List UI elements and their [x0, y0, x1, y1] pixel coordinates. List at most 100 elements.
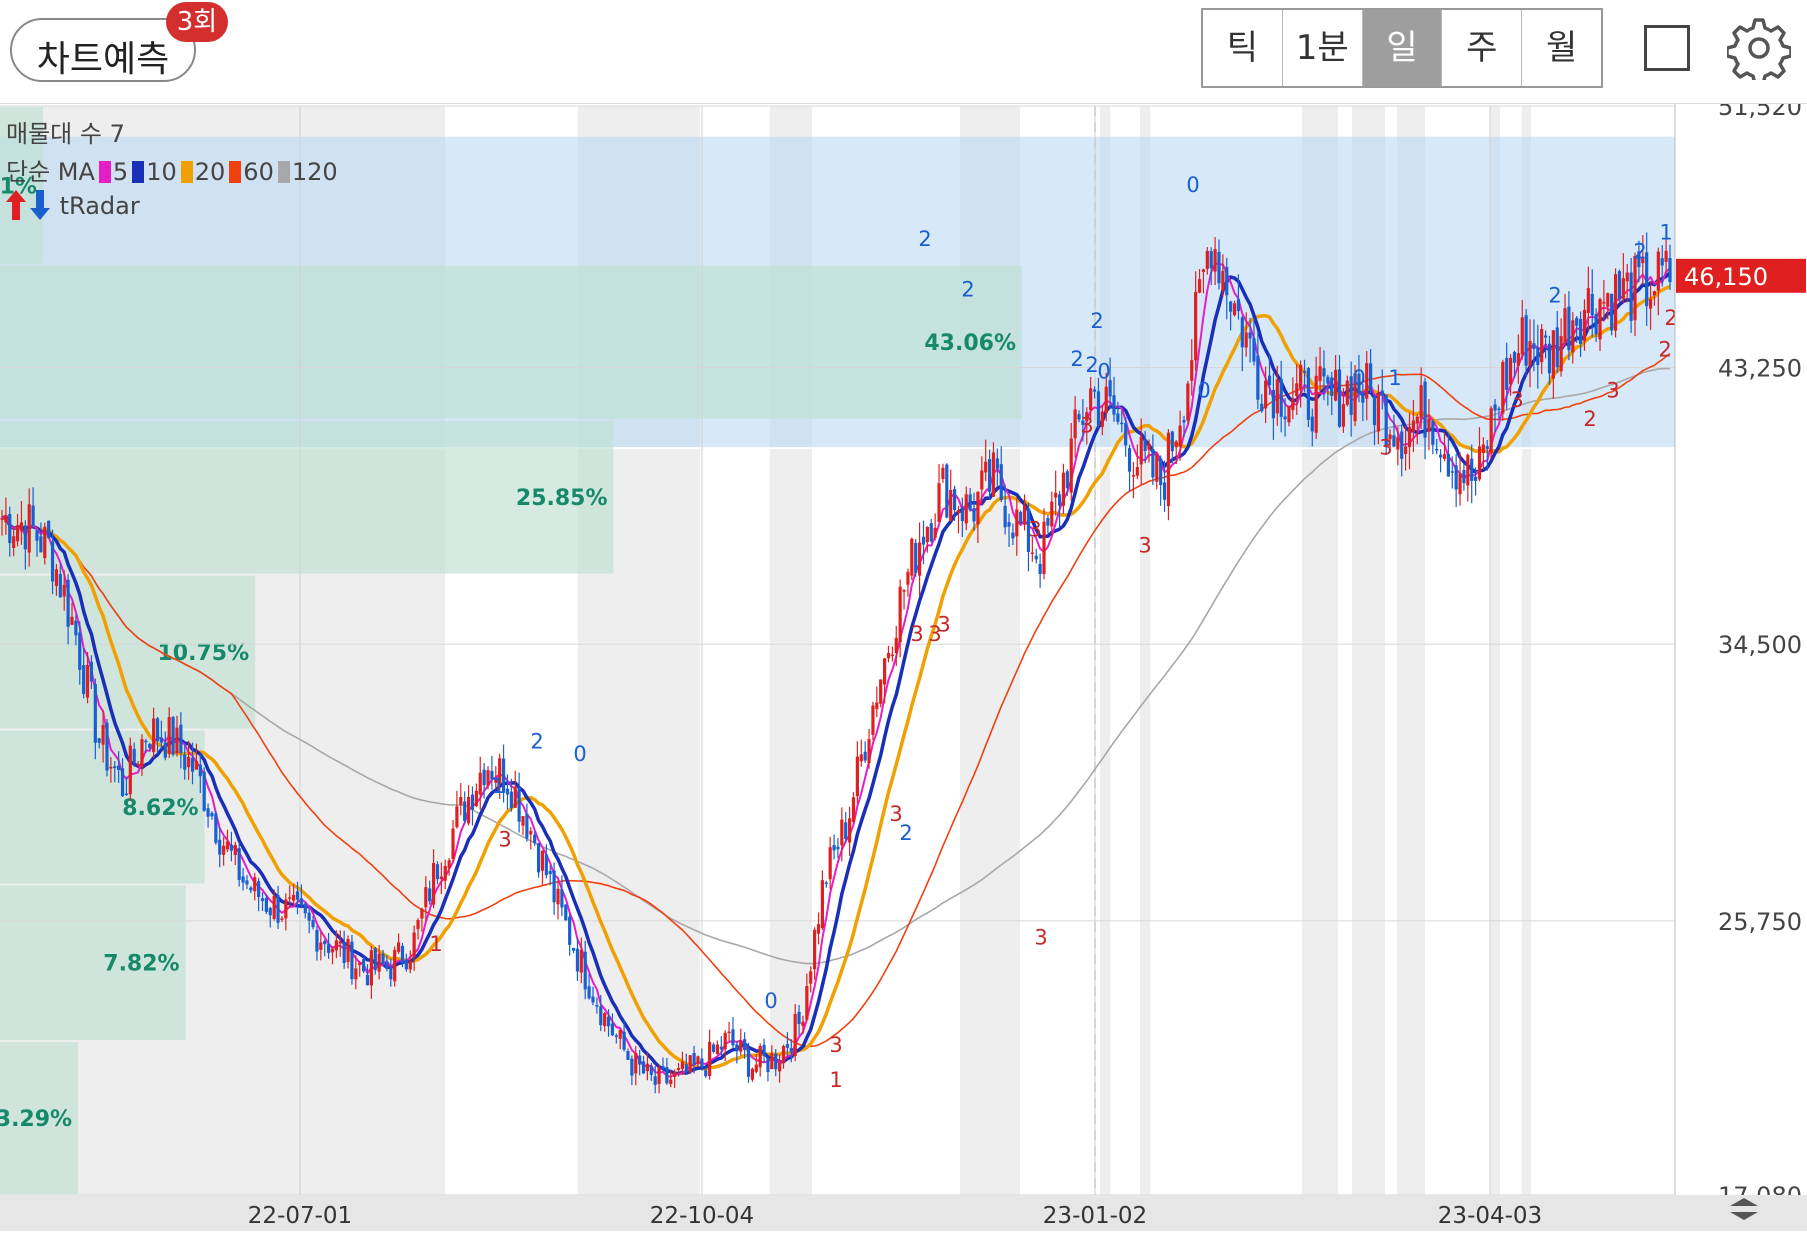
- candle-body: [241, 876, 245, 883]
- candle-body: [346, 939, 350, 962]
- candle-body: [190, 757, 195, 772]
- candle-body: [1057, 494, 1062, 506]
- candle-body: [634, 1053, 638, 1074]
- candle-body: [533, 834, 537, 844]
- candle-body: [389, 967, 393, 980]
- candle-body: [836, 846, 840, 850]
- candle-body: [630, 1058, 634, 1076]
- candle-body: [1571, 320, 1575, 353]
- candle-body: [972, 508, 976, 522]
- candle-body: [1551, 330, 1555, 379]
- candle-body: [23, 525, 27, 550]
- candle-body: [284, 899, 288, 919]
- candle-body: [385, 962, 389, 969]
- candle-body: [1225, 266, 1229, 296]
- candle-body: [4, 515, 8, 523]
- candle-body: [1462, 469, 1466, 484]
- candle-body: [365, 974, 370, 986]
- price-axis-tick: 25,750: [1718, 908, 1802, 936]
- ma20-label: 20: [194, 158, 226, 186]
- candle-body: [1415, 416, 1419, 424]
- ma5-swatch: [98, 161, 111, 183]
- candle-body: [1092, 389, 1097, 392]
- candle-body: [933, 527, 937, 538]
- candle-body: [0, 518, 4, 520]
- candle-body: [66, 579, 70, 627]
- candle-body: [1127, 448, 1132, 472]
- candle-body: [1625, 272, 1629, 282]
- volume-profile-label: 3.29%: [0, 1107, 72, 1132]
- candle-body: [1015, 509, 1019, 537]
- candle-body: [1229, 301, 1233, 312]
- candle-body: [260, 898, 265, 902]
- candle-body: [929, 523, 933, 542]
- candle-body: [1240, 317, 1244, 348]
- candle-body: [1392, 435, 1396, 447]
- candle-body: [945, 464, 949, 518]
- candle-body: [295, 891, 300, 900]
- candle-body: [264, 897, 268, 912]
- tab-week[interactable]: 주: [1442, 10, 1523, 86]
- candle-body: [649, 1066, 653, 1075]
- candle-body: [1054, 492, 1058, 498]
- candle-body: [1501, 361, 1505, 414]
- candle-body: [560, 889, 564, 908]
- candle-body: [1334, 369, 1338, 401]
- candle-body: [167, 716, 171, 754]
- candle-body: [292, 894, 296, 901]
- chart-plot-area[interactable]: 3.29%7.82%8.62%10.75%25.85%43.06%1.81% 2…: [0, 93, 1807, 1231]
- candle-body: [334, 940, 338, 951]
- signal-marker: 1: [429, 932, 442, 956]
- candle-body: [1073, 409, 1077, 439]
- candle-body: [1003, 505, 1007, 528]
- candle-body: [715, 1044, 720, 1055]
- candle-body: [350, 941, 354, 980]
- candle-body: [1302, 371, 1307, 373]
- candle-body: [225, 841, 230, 850]
- candle-body: [85, 664, 90, 698]
- candle-body: [925, 526, 929, 543]
- candle-body: [396, 942, 401, 952]
- square-icon[interactable]: [1644, 25, 1690, 71]
- candle-body: [330, 948, 335, 953]
- candle-body: [315, 930, 319, 952]
- candle-body: [1019, 511, 1023, 524]
- candle-body: [579, 949, 583, 973]
- gear-icon[interactable]: [1727, 16, 1791, 80]
- candle-body: [1248, 332, 1252, 339]
- signal-marker: 0: [1097, 360, 1110, 384]
- tab-day[interactable]: 일: [1362, 10, 1443, 86]
- candle-body: [525, 813, 529, 839]
- candle-body: [1170, 431, 1174, 452]
- tab-1min[interactable]: 1분: [1283, 10, 1363, 86]
- candle-body: [373, 948, 377, 971]
- ma-type-label: 단순 MA: [6, 158, 95, 186]
- candle-body: [229, 844, 233, 851]
- candlestick-chart[interactable]: 3.29%7.82%8.62%10.75%25.85%43.06%1.81% 2…: [0, 93, 1807, 1231]
- candle-body: [828, 847, 832, 880]
- candle-body: [237, 848, 241, 880]
- candle-body: [1194, 291, 1198, 361]
- candle-body: [311, 920, 315, 928]
- candle-body: [657, 1067, 661, 1085]
- candle-body: [1061, 472, 1066, 506]
- signal-marker: 2: [918, 227, 931, 251]
- candle-body: [1112, 395, 1116, 415]
- candle-body: [35, 530, 39, 541]
- candle-body: [1089, 388, 1093, 411]
- candle-body: [1613, 274, 1618, 331]
- tab-tick[interactable]: 틱: [1203, 10, 1283, 86]
- candle-body: [1162, 482, 1167, 500]
- candle-body: [509, 791, 513, 808]
- price-axis-tick: 43,250: [1718, 354, 1802, 382]
- candle-body: [47, 520, 51, 539]
- candle-body: [1439, 454, 1443, 458]
- tab-month[interactable]: 월: [1522, 10, 1601, 86]
- candle-body: [1209, 251, 1213, 269]
- candle-body: [568, 916, 572, 945]
- candle-body: [669, 1079, 673, 1085]
- candle-body: [1182, 420, 1186, 423]
- candle-body: [268, 908, 272, 916]
- candle-body: [1427, 418, 1431, 432]
- volume-profile-label: 10.75%: [158, 641, 250, 666]
